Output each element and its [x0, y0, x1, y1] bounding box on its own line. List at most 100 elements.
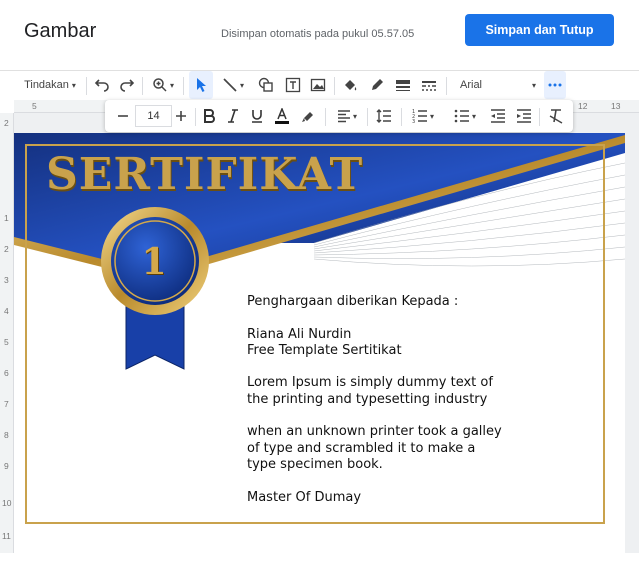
- undo-button[interactable]: [92, 71, 112, 99]
- autosave-status: Disimpan otomatis pada pukul 05.57.05: [221, 28, 415, 40]
- toolbar-divider: [86, 77, 87, 95]
- caret-down-icon: ▾: [71, 80, 76, 90]
- toolbar-divider: [183, 77, 184, 95]
- vertical-ruler: 2 1 2 3 4 5 6 7 8 9 10 11: [0, 113, 14, 553]
- increase-indent-button[interactable]: [513, 102, 535, 130]
- text-box-tool[interactable]: [281, 71, 305, 99]
- certificate-title: SERTIFIKAT: [46, 149, 364, 200]
- text-box-icon: [285, 77, 301, 93]
- numbered-list-icon: 123: [412, 109, 427, 124]
- certificate-line: of type and scrambled it to make a: [247, 440, 476, 456]
- zoom-icon: [153, 78, 167, 92]
- dialog-bottom: [0, 553, 639, 575]
- underline-icon: [252, 110, 262, 123]
- ruler-number: 1: [4, 213, 9, 223]
- drawing-dialog: Gambar Disimpan otomatis pada pukul 05.5…: [0, 0, 639, 575]
- numbered-list-button[interactable]: 123 ▾: [407, 102, 439, 130]
- ruler-number: 8: [4, 430, 9, 440]
- bulleted-list-button[interactable]: ▾: [449, 102, 481, 130]
- ruler-number: 5: [4, 337, 9, 347]
- toolbar-divider: [142, 77, 143, 95]
- text-color-icon: [275, 108, 289, 124]
- image-tool[interactable]: [306, 71, 330, 99]
- border-weight-button[interactable]: [392, 71, 414, 99]
- fill-color-button[interactable]: [339, 71, 361, 99]
- ruler-number: 5: [32, 101, 37, 111]
- text-format-bar: 14 ▾ 123 ▾ ▾: [105, 100, 573, 132]
- more-horizontal-icon: [548, 83, 562, 87]
- redo-button[interactable]: [117, 71, 137, 99]
- text-color-button[interactable]: [271, 102, 293, 130]
- border-color-button[interactable]: [366, 71, 388, 99]
- border-weight-icon: [396, 80, 410, 91]
- decrease-font-size-button[interactable]: [113, 102, 133, 130]
- shape-tool[interactable]: [254, 71, 278, 99]
- certificate-line: [247, 408, 502, 424]
- caret-down-icon: ▾: [471, 111, 476, 121]
- clear-formatting-icon: [549, 109, 563, 124]
- certificate-image[interactable]: SERTIFIKAT 1 Penghargaan diberikan Kepad…: [14, 133, 625, 553]
- border-dash-icon: [422, 81, 436, 91]
- italic-button[interactable]: [223, 102, 243, 130]
- certificate-line: Master Of Dumay: [247, 489, 362, 505]
- certificate-line: Lorem Ipsum is simply dummy text of: [247, 375, 493, 391]
- ruler-number: 13: [611, 101, 621, 111]
- ruler-number: 7: [4, 399, 9, 409]
- shape-icon: [258, 77, 273, 92]
- font-family-select[interactable]: Arial ▾: [456, 71, 540, 99]
- clear-formatting-button[interactable]: [545, 102, 567, 130]
- toolbar-divider: [401, 108, 402, 126]
- ruler-number: 6: [4, 368, 9, 378]
- toolbar-divider: [446, 77, 447, 95]
- minus-icon: [118, 115, 128, 117]
- caret-down-icon: ▾: [169, 80, 174, 90]
- certificate-line: Free Template Sertitikat: [247, 342, 402, 358]
- line-spacing-icon: [376, 109, 391, 123]
- bold-button[interactable]: [199, 102, 219, 130]
- caret-down-icon: ▾: [352, 111, 357, 121]
- ruler-number: 4: [4, 306, 9, 316]
- bold-icon: [204, 109, 215, 123]
- certificate-line: Riana Ali Nurdin: [247, 326, 352, 342]
- caret-down-icon: ▾: [239, 80, 244, 90]
- zoom-menu[interactable]: ▾: [148, 71, 178, 99]
- highlight-color-button[interactable]: [297, 102, 319, 130]
- toolbar-divider: [195, 108, 196, 126]
- cursor-arrow-icon: [197, 78, 206, 92]
- pencil-icon: [372, 79, 383, 90]
- certificate-line: [247, 310, 502, 326]
- decrease-indent-button[interactable]: [487, 102, 509, 130]
- line-spacing-button[interactable]: [373, 102, 395, 130]
- line-tool[interactable]: ▾: [217, 71, 249, 99]
- ruler-number: 2: [4, 118, 9, 128]
- certificate-line: the printing and typesetting industry: [247, 391, 488, 407]
- actions-label: Tindakan: [24, 79, 69, 91]
- more-options-button[interactable]: [544, 71, 566, 99]
- certificate-body-text[interactable]: Penghargaan diberikan Kepada : Riana Ali…: [247, 294, 502, 506]
- select-tool[interactable]: [189, 71, 213, 99]
- bulleted-list-icon: [454, 109, 469, 123]
- align-menu[interactable]: ▾: [331, 102, 363, 130]
- caret-down-icon: ▾: [429, 111, 434, 121]
- underline-button[interactable]: [247, 102, 267, 130]
- certificate-line: [247, 473, 502, 489]
- save-and-close-button[interactable]: Simpan dan Tutup: [465, 14, 614, 46]
- ruler-number: 10: [2, 498, 12, 508]
- outdent-icon: [491, 109, 505, 123]
- certificate-line: type specimen book.: [247, 456, 383, 472]
- dialog-header: Gambar Disimpan otomatis pada pukul 05.5…: [0, 0, 639, 66]
- border-dash-button[interactable]: [418, 71, 440, 99]
- ruler-number: 11: [2, 531, 11, 541]
- toolbar-divider: [539, 108, 540, 126]
- ruler-number: 12: [578, 101, 588, 111]
- plus-icon: [176, 111, 186, 121]
- toolbar-divider: [334, 77, 335, 95]
- certificate-line: when an unknown printer took a galley: [247, 424, 502, 440]
- actions-menu[interactable]: Tindakan ▾: [18, 71, 82, 99]
- font-size-input[interactable]: 14: [135, 105, 172, 127]
- increase-font-size-button[interactable]: [171, 102, 191, 130]
- caret-down-icon: ▾: [531, 80, 536, 90]
- ruler-number: 3: [4, 275, 9, 285]
- ruler-number: 2: [4, 244, 9, 254]
- svg-text:3: 3: [412, 119, 415, 124]
